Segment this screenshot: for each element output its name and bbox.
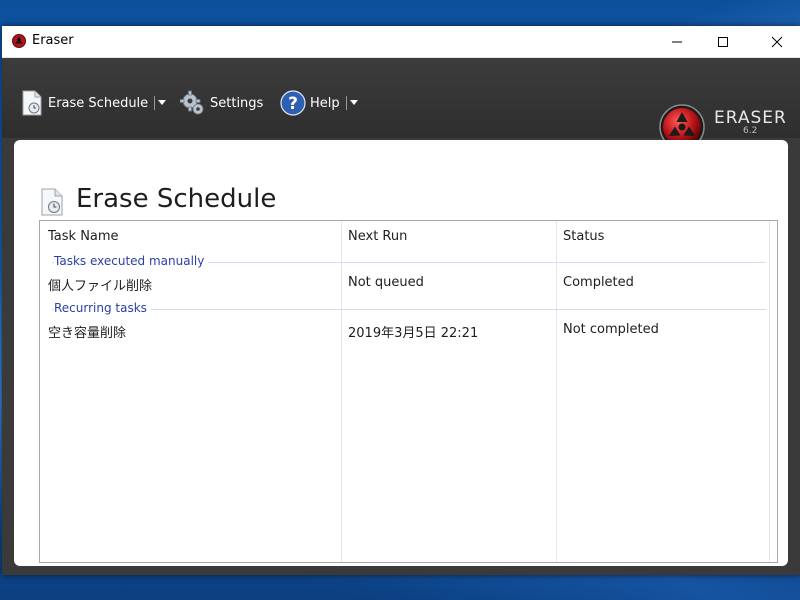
- erase-schedule-button[interactable]: Erase Schedule: [20, 88, 148, 118]
- table-row-status[interactable]: Completed: [563, 275, 634, 290]
- help-button[interactable]: ? Help: [280, 88, 340, 118]
- group-header-recurring[interactable]: Recurring tasks: [54, 301, 151, 315]
- close-button[interactable]: [754, 26, 800, 57]
- logo-version: 6.2: [743, 126, 758, 136]
- task-list[interactable]: Task Name Next Run Status Tasks executed…: [39, 220, 778, 563]
- app-icon: [12, 34, 26, 48]
- svg-text:?: ?: [288, 94, 298, 114]
- page-title: Erase Schedule: [76, 184, 277, 214]
- window-title: Eraser: [32, 33, 74, 48]
- table-row-task-name[interactable]: 個人ファイル削除: [48, 275, 152, 294]
- settings-label: Settings: [210, 95, 264, 111]
- column-header-next-run[interactable]: Next Run: [348, 229, 407, 244]
- help-dropdown-icon[interactable]: [349, 97, 359, 107]
- help-label: Help: [310, 95, 340, 111]
- logo-name: ERASER: [714, 108, 787, 128]
- group-header-manual[interactable]: Tasks executed manually: [54, 254, 209, 268]
- toolbar: Erase Schedule Settings ? Help ERASER 6.…: [2, 58, 800, 150]
- toolbar-separator: [346, 96, 347, 110]
- column-header-task-name[interactable]: Task Name: [48, 229, 119, 244]
- erase-schedule-dropdown-icon[interactable]: [157, 97, 167, 107]
- settings-button[interactable]: Settings: [180, 88, 263, 118]
- toolbar-separator: [154, 96, 155, 110]
- column-header-status[interactable]: Status: [563, 229, 604, 244]
- maximize-icon: [718, 36, 728, 47]
- column-divider: [769, 221, 770, 562]
- minimize-button[interactable]: [654, 26, 700, 57]
- table-row-task-name[interactable]: 空き容量削除: [48, 322, 126, 341]
- table-row-next-run[interactable]: 2019年3月5日 22:21: [348, 322, 478, 341]
- gear-icon: [180, 90, 204, 115]
- column-divider: [341, 221, 342, 562]
- table-row-next-run[interactable]: Not queued: [348, 275, 424, 290]
- table-row-status[interactable]: Not completed: [563, 322, 659, 337]
- schedule-document-icon: [22, 90, 42, 116]
- app-window: Eraser Erase Schedule Settings ? Help ER…: [2, 26, 800, 575]
- help-question-icon: ?: [280, 90, 306, 116]
- title-bar: Eraser: [2, 26, 800, 58]
- maximize-button[interactable]: [700, 26, 746, 57]
- column-divider: [556, 221, 557, 562]
- schedule-document-icon: [41, 188, 63, 216]
- group-divider: [52, 309, 766, 310]
- minimize-icon: [672, 41, 682, 42]
- erase-schedule-label: Erase Schedule: [48, 95, 149, 111]
- close-icon: [771, 36, 783, 47]
- content-panel: Erase Schedule Task Name Next Run Status…: [14, 140, 788, 566]
